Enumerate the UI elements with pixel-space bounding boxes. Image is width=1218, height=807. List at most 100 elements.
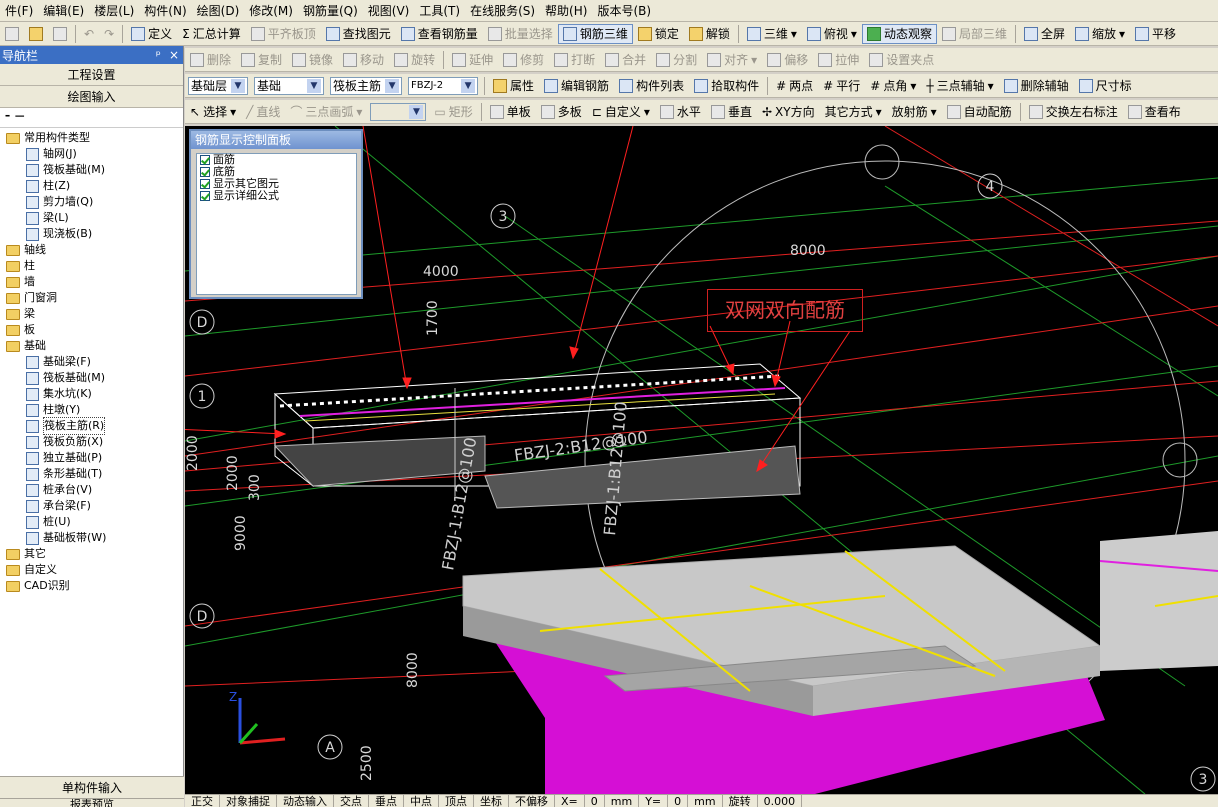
- tree-item[interactable]: 基础板带(W): [0, 530, 183, 546]
- rectangle-button[interactable]: ▭ 矩形: [429, 102, 477, 122]
- snap-intersection[interactable]: 交点: [334, 795, 369, 807]
- zoom-button[interactable]: 缩放 ▾: [1070, 24, 1130, 44]
- tree-folder[interactable]: 其它: [0, 546, 183, 562]
- tree-folder[interactable]: 基础: [0, 338, 183, 354]
- tree-item[interactable]: 柱墩(Y): [0, 402, 183, 418]
- checkbox-icon[interactable]: [200, 191, 210, 201]
- tree-item[interactable]: 筏板基础(M): [0, 370, 183, 386]
- y-input[interactable]: 0: [668, 795, 689, 807]
- menu-floor[interactable]: 楼层(L): [89, 1, 139, 21]
- object-snap-toggle[interactable]: 对象捕捉: [220, 795, 277, 807]
- new-file-button[interactable]: [0, 24, 24, 44]
- checkbox-show-formula[interactable]: 显示详细公式: [197, 190, 356, 202]
- tree-folder[interactable]: 板: [0, 322, 183, 338]
- menu-element[interactable]: 构件(N): [139, 1, 191, 21]
- tree-item[interactable]: 独立基础(P): [0, 450, 183, 466]
- menu-view[interactable]: 视图(V): [363, 1, 415, 21]
- tree-item[interactable]: 梁(L): [0, 210, 183, 226]
- tree-item[interactable]: 筏板主筋(R): [0, 417, 183, 435]
- two-points-button[interactable]: # 两点: [771, 76, 818, 96]
- type-select[interactable]: 筏板主筋 ▼: [330, 76, 403, 95]
- project-settings-tab[interactable]: 工程设置: [0, 64, 183, 86]
- auto-rebar-button[interactable]: 自动配筋: [942, 102, 1017, 122]
- tree-folder[interactable]: 自定义: [0, 562, 183, 578]
- menu-online[interactable]: 在线服务(S): [465, 1, 540, 21]
- tree-item[interactable]: 筏板负筋(X): [0, 434, 183, 450]
- offset-button[interactable]: 偏移: [762, 50, 813, 70]
- menu-draw[interactable]: 绘图(D): [192, 1, 245, 21]
- merge-button[interactable]: 合并: [600, 50, 651, 70]
- align-button[interactable]: 对齐 ▾: [702, 50, 762, 70]
- dynamic-observe-button[interactable]: 动态观察: [861, 23, 937, 44]
- dynamic-input-toggle[interactable]: 动态输入: [277, 795, 334, 807]
- break-button[interactable]: 打断: [549, 50, 600, 70]
- ortho-toggle[interactable]: 正交: [185, 795, 220, 807]
- snap-vertex[interactable]: 顶点: [439, 795, 474, 807]
- checkbox-icon[interactable]: [200, 155, 210, 165]
- tree-item[interactable]: 条形基础(T): [0, 466, 183, 482]
- fullscreen-button[interactable]: 全屏: [1019, 24, 1070, 44]
- tree-item[interactable]: 承台梁(F): [0, 498, 183, 514]
- checkbox-icon[interactable]: [200, 179, 210, 189]
- swap-labels-button[interactable]: 交换左右标注: [1024, 102, 1123, 122]
- collapse-all-icon[interactable]: ⁃ ─: [4, 109, 24, 125]
- checkbox-icon[interactable]: [200, 167, 210, 177]
- move-button[interactable]: 移动: [338, 50, 389, 70]
- copy-button[interactable]: 复制: [236, 50, 287, 70]
- split-button[interactable]: 分割: [651, 50, 702, 70]
- rotate-button[interactable]: 旋转: [389, 50, 440, 70]
- tree-item[interactable]: 筏板基础(M): [0, 162, 183, 178]
- extend-button[interactable]: 延伸: [447, 50, 498, 70]
- partial-3d-button[interactable]: 局部三维: [937, 24, 1012, 44]
- properties-button[interactable]: 属性: [488, 76, 539, 96]
- rotate-input[interactable]: 0.000: [758, 795, 803, 807]
- select-button[interactable]: ↖ 选择 ▾: [185, 102, 241, 122]
- line-button[interactable]: ╱ 直线: [241, 102, 285, 122]
- arc-button[interactable]: ⌒ 三点画弧 ▾: [285, 102, 367, 122]
- pan-button[interactable]: 平移: [1130, 24, 1181, 44]
- tree-folder[interactable]: CAD识别: [0, 578, 183, 594]
- dimension-button[interactable]: 尺寸标: [1074, 76, 1137, 96]
- tree-folder[interactable]: 墙: [0, 274, 183, 290]
- tree-item[interactable]: 剪力墙(Q): [0, 194, 183, 210]
- tree-folder[interactable]: 轴线: [0, 242, 183, 258]
- batch-select-button[interactable]: 批量选择: [483, 24, 558, 44]
- tree-item[interactable]: 桩(U): [0, 514, 183, 530]
- menu-edit[interactable]: 编辑(E): [38, 1, 89, 21]
- pin-icon[interactable]: ᵖ: [156, 48, 161, 62]
- tree-folder[interactable]: 门窗洞: [0, 290, 183, 306]
- custom-button[interactable]: ⊏ 自定义 ▾: [587, 102, 655, 122]
- menu-file[interactable]: 件(F): [0, 1, 38, 21]
- tree-folder[interactable]: 常用构件类型: [0, 130, 183, 146]
- offset-mode-select[interactable]: 不偏移: [509, 795, 555, 807]
- pick-element-button[interactable]: 拾取构件: [689, 76, 764, 96]
- save-button[interactable]: [48, 24, 72, 44]
- find-element-button[interactable]: 查找图元: [321, 24, 396, 44]
- rotate-checkbox[interactable]: 旋转: [723, 795, 758, 807]
- flat-slab-top-button[interactable]: 平齐板顶: [246, 24, 321, 44]
- tree-item[interactable]: 柱(Z): [0, 178, 183, 194]
- tree-item[interactable]: 现浇板(B): [0, 226, 183, 242]
- stretch-button[interactable]: 拉伸: [813, 50, 864, 70]
- arc-combo[interactable]: ▼: [370, 102, 427, 121]
- layer-select[interactable]: 基础层 ▼: [188, 76, 249, 95]
- view-3d-dropdown[interactable]: 三维 ▾: [742, 24, 802, 44]
- rebar-3d-button[interactable]: 钢筋三维: [557, 23, 633, 44]
- horizontal-button[interactable]: 水平: [655, 102, 706, 122]
- menu-help[interactable]: 帮助(H): [540, 1, 592, 21]
- trim-button[interactable]: 修剪: [498, 50, 549, 70]
- tree-item[interactable]: 集水坑(K): [0, 386, 183, 402]
- unlock-button[interactable]: 解锁: [684, 24, 735, 44]
- close-icon[interactable]: ×: [169, 48, 179, 62]
- undo-button[interactable]: ↶: [79, 24, 99, 44]
- top-view-button[interactable]: 俯视 ▾: [802, 24, 862, 44]
- view-layout-button[interactable]: 查看布: [1123, 102, 1186, 122]
- menu-version[interactable]: 版本号(B): [592, 1, 656, 21]
- grip-button[interactable]: 设置夹点: [864, 50, 939, 70]
- point-angle-button[interactable]: # 点角 ▾: [865, 76, 921, 96]
- redo-button[interactable]: ↷: [99, 24, 119, 44]
- tree-item[interactable]: 桩承台(V): [0, 482, 183, 498]
- snap-coordinate[interactable]: 坐标: [474, 795, 509, 807]
- single-slab-button[interactable]: 单板: [485, 102, 536, 122]
- mirror-button[interactable]: 镜像: [287, 50, 338, 70]
